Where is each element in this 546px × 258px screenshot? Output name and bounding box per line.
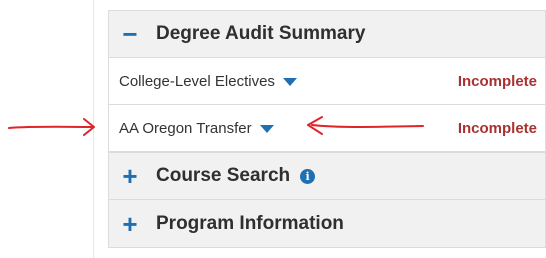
caret-down-icon[interactable]	[282, 77, 297, 86]
left-divider	[93, 0, 94, 258]
caret-down-icon[interactable]	[259, 124, 274, 133]
expand-icon[interactable]: +	[121, 211, 139, 237]
audit-row-label: AA Oregon Transfer	[119, 119, 252, 137]
info-icon[interactable]: i	[300, 168, 316, 184]
status-label: Incomplete	[457, 72, 537, 90]
status-label: Incomplete	[457, 119, 537, 137]
expand-icon[interactable]: +	[121, 163, 139, 189]
audit-row-label: College-Level Electives	[119, 72, 275, 90]
audit-row-aa-oregon-transfer: AA Oregon Transfer Incomplete	[108, 105, 546, 152]
program-information-header[interactable]: + Program Information	[108, 200, 546, 248]
degree-audit-summary-header[interactable]: − Degree Audit Summary	[108, 10, 546, 58]
course-search-title: Course Search	[156, 165, 291, 186]
program-information-title: Program Information	[156, 212, 344, 234]
course-search-header[interactable]: + Course Search i	[108, 152, 546, 200]
audit-row-toggle[interactable]: College-Level Electives	[119, 73, 297, 90]
degree-audit-panel: − Degree Audit Summary College-Level Ele…	[108, 10, 546, 248]
collapse-icon[interactable]: −	[121, 21, 139, 47]
audit-row-college-level-electives: College-Level Electives Incomplete	[108, 58, 546, 105]
left-arrow-line	[8, 125, 94, 129]
audit-row-toggle[interactable]: AA Oregon Transfer	[119, 120, 274, 137]
degree-audit-summary-title: Degree Audit Summary	[156, 23, 366, 44]
